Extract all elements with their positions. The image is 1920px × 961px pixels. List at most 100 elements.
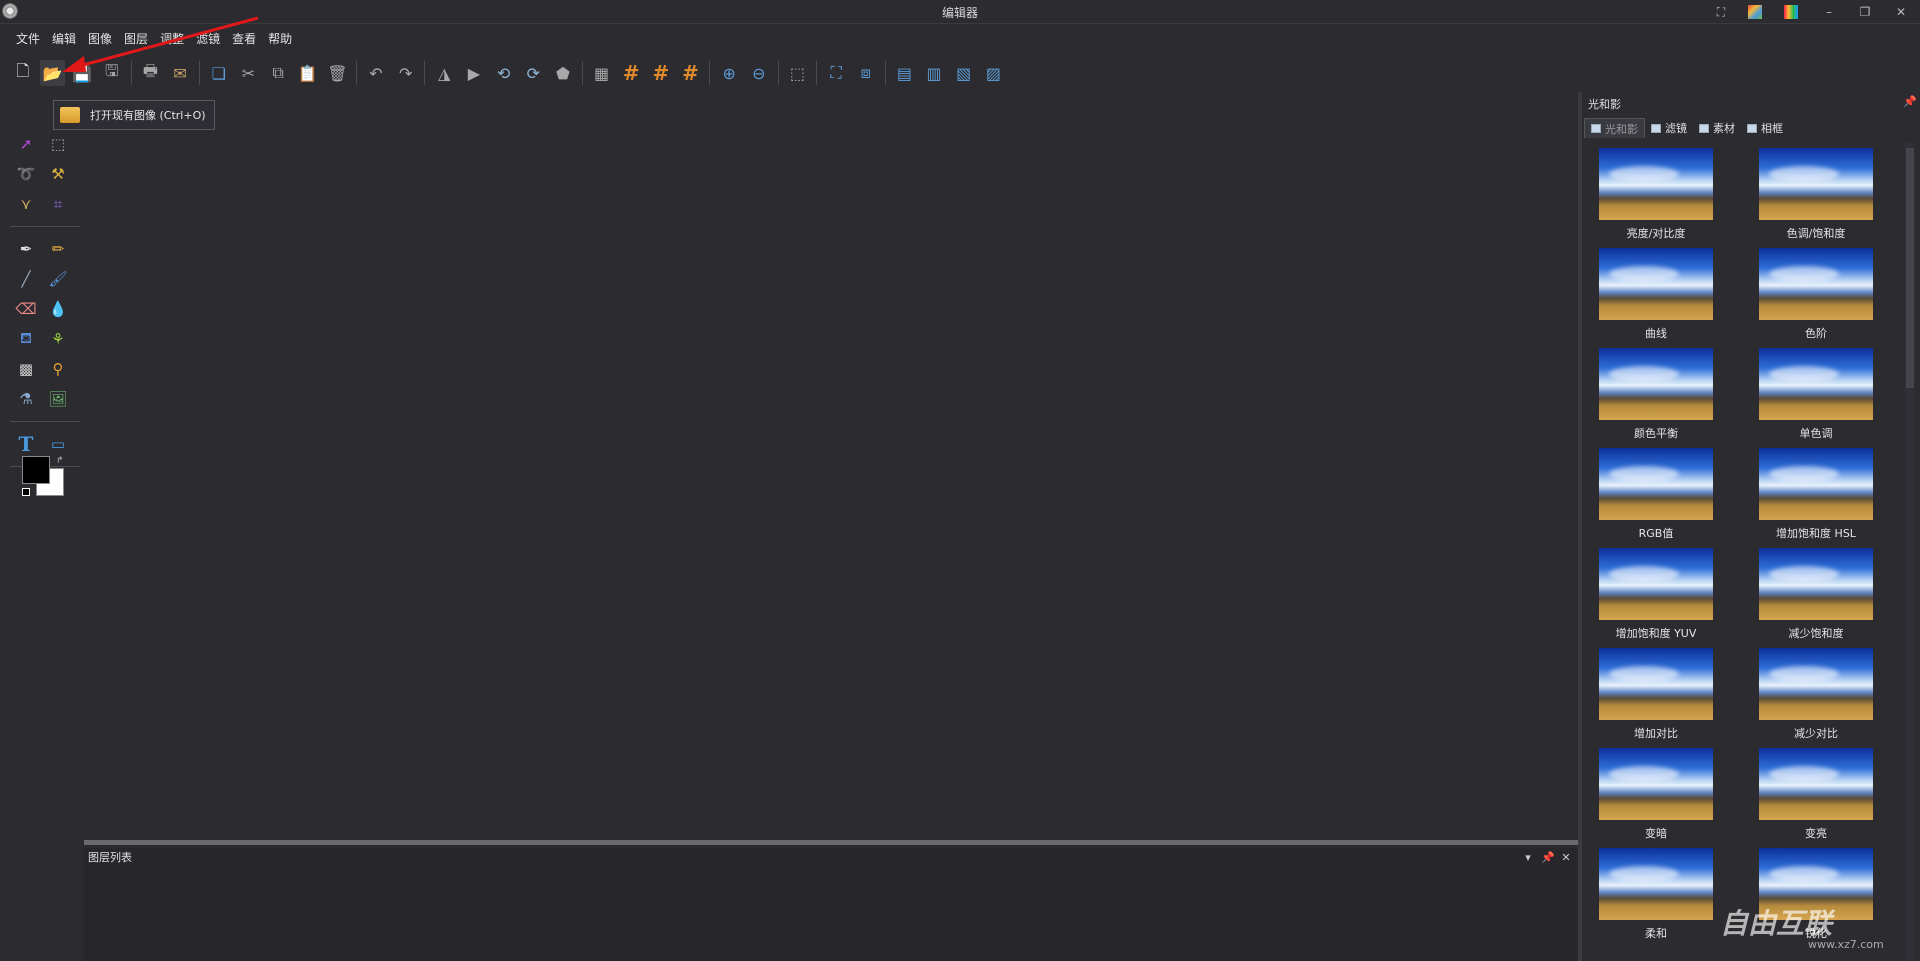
effect-thumbnail	[1759, 448, 1873, 520]
effect-tile[interactable]: 减少饱和度	[1756, 548, 1876, 646]
effect-tile[interactable]: 色阶	[1756, 248, 1876, 346]
restore-button[interactable]: ❐	[1856, 3, 1874, 21]
crop-icon[interactable]: ⌗	[44, 190, 72, 218]
dropdown-icon[interactable]: ▾	[1520, 850, 1536, 866]
pin-icon[interactable]: 📌	[1903, 95, 1917, 108]
close-icon[interactable]: ✕	[1558, 850, 1574, 866]
text-tool-icon[interactable]: T	[12, 430, 40, 458]
move-tool-icon[interactable]: ➚	[12, 130, 40, 158]
eraser-icon[interactable]: ⌫	[12, 295, 40, 323]
tab-icon	[1651, 123, 1661, 133]
align-right-icon[interactable]: ▥	[921, 60, 947, 86]
effect-thumbnail	[1759, 148, 1873, 220]
tab-icon	[1699, 123, 1709, 133]
effects-panel-title: 光和影	[1588, 98, 1621, 111]
effect-label: 单色调	[1799, 427, 1833, 440]
effect-label: 增加饱和度 YUV	[1615, 627, 1697, 640]
line-icon[interactable]: ╱	[12, 265, 40, 293]
effect-tile[interactable]: 变暗	[1596, 748, 1716, 846]
brush-icon[interactable]: 🖌	[44, 265, 72, 293]
delete-icon[interactable]: 🗑	[325, 60, 351, 86]
palette-icon[interactable]	[1784, 5, 1798, 19]
effect-tile[interactable]: 增加饱和度 YUV	[1596, 548, 1716, 646]
grid-hash-3-icon[interactable]: #	[678, 60, 704, 86]
effect-tile[interactable]: 曲线	[1596, 248, 1716, 346]
effect-thumbnail	[1759, 648, 1873, 720]
tab-frames[interactable]: 相框	[1741, 118, 1789, 138]
effect-tile[interactable]: 减少对比	[1756, 648, 1876, 746]
fullscreen-icon[interactable]: ⛶	[1712, 3, 1730, 21]
resize-icon[interactable]: ⬟	[550, 60, 576, 86]
effects-scrollbar-thumb[interactable]	[1906, 148, 1914, 388]
effect-tile[interactable]: 增加饱和度 HSL	[1756, 448, 1876, 546]
zoom-out-icon[interactable]: ⊖	[746, 60, 772, 86]
clone-stamp-icon[interactable]: ⚲	[44, 355, 72, 383]
swap-colors-icon[interactable]: ↱	[56, 456, 64, 466]
layer-panel-splitter[interactable]	[84, 840, 1578, 845]
align-left-icon[interactable]: ▤	[892, 60, 918, 86]
effect-tile[interactable]: 增加对比	[1596, 648, 1716, 746]
magic-wand-icon[interactable]: ⚒	[44, 160, 72, 188]
pin-icon[interactable]: 📌	[1540, 850, 1556, 866]
close-button[interactable]: ✕	[1892, 3, 1910, 21]
effect-label: 变亮	[1805, 827, 1827, 840]
effect-label: 增加对比	[1634, 727, 1678, 740]
tab-filters[interactable]: 滤镜	[1645, 118, 1693, 138]
reset-colors-icon[interactable]	[22, 488, 30, 496]
grid-icon[interactable]: ▦	[589, 60, 615, 86]
effect-tile[interactable]: 变亮	[1756, 748, 1876, 846]
pencil-icon[interactable]: ✏	[44, 235, 72, 263]
zoom-in-icon[interactable]: ⊕	[716, 60, 742, 86]
effect-tile[interactable]: 颜色平衡	[1596, 348, 1716, 446]
grid-hash-icon[interactable]: #	[618, 60, 644, 86]
effect-thumbnail	[1759, 348, 1873, 420]
flip-horizontal-icon[interactable]: ◮	[431, 60, 457, 86]
eyedropper-icon[interactable]: ✒	[12, 235, 40, 263]
rotate-left-icon[interactable]: ⟲	[491, 60, 517, 86]
picture-icon[interactable]: 🖼	[44, 385, 72, 413]
undo-icon[interactable]: ↶	[363, 60, 389, 86]
watermark-url: www.xz7.com	[1808, 938, 1884, 951]
effect-label: 亮度/对比度	[1626, 227, 1686, 240]
actual-size-icon[interactable]: ⧈	[853, 60, 879, 86]
effect-tile[interactable]: 色调/饱和度	[1756, 148, 1876, 246]
effect-label: 色阶	[1805, 327, 1827, 340]
blur-drop-icon[interactable]: 💧	[44, 295, 72, 323]
tab-materials[interactable]: 素材	[1693, 118, 1741, 138]
fit-window-icon[interactable]: ⛶	[823, 60, 849, 86]
rect-select-icon[interactable]: ⬚	[44, 130, 72, 158]
toolbar-divider	[709, 61, 711, 85]
fill-bucket-icon[interactable]: ⛾	[12, 325, 40, 353]
skin-icon[interactable]	[1748, 5, 1762, 19]
redo-icon[interactable]: ↷	[393, 60, 419, 86]
minimize-button[interactable]: –	[1820, 3, 1838, 21]
toolbar-divider	[424, 61, 426, 85]
select-cursor-icon[interactable]: ⬚	[785, 60, 811, 86]
foreground-color-swatch[interactable]	[22, 456, 50, 484]
effect-label: 柔和	[1645, 927, 1667, 940]
gradient-icon[interactable]: ▩	[12, 355, 40, 383]
tab-icon	[1747, 123, 1757, 133]
toolbar-divider	[816, 61, 818, 85]
align-top-icon[interactable]: ▧	[951, 60, 977, 86]
shape-rect-icon[interactable]: ▭	[44, 430, 72, 458]
align-bottom-icon[interactable]: ▨	[981, 60, 1007, 86]
effect-label: 颜色平衡	[1634, 427, 1678, 440]
spray-icon[interactable]: ⚘	[44, 325, 72, 353]
polygon-lasso-icon[interactable]: ⋎	[12, 190, 40, 218]
effect-label: RGB值	[1638, 527, 1674, 540]
effect-thumbnail	[1599, 648, 1713, 720]
flip-vertical-icon[interactable]: ▶	[461, 60, 487, 86]
effect-thumbnail	[1599, 148, 1713, 220]
effect-tile[interactable]: 单色调	[1756, 348, 1876, 446]
smudge-icon[interactable]: ⚗	[12, 385, 40, 413]
effect-tile[interactable]: 亮度/对比度	[1596, 148, 1716, 246]
effect-tile[interactable]: RGB值	[1596, 448, 1716, 546]
tab-icon	[1591, 124, 1601, 133]
rotate-right-icon[interactable]: ⟳	[520, 60, 546, 86]
tab-light-shadow[interactable]: 光和影	[1584, 118, 1645, 138]
grid-hash-2-icon[interactable]: #	[648, 60, 674, 86]
effects-tabs: 光和影 滤镜 素材 相框	[1584, 118, 1789, 138]
lasso-icon[interactable]: ➰	[12, 160, 40, 188]
effect-tile[interactable]: 柔和	[1596, 848, 1716, 946]
